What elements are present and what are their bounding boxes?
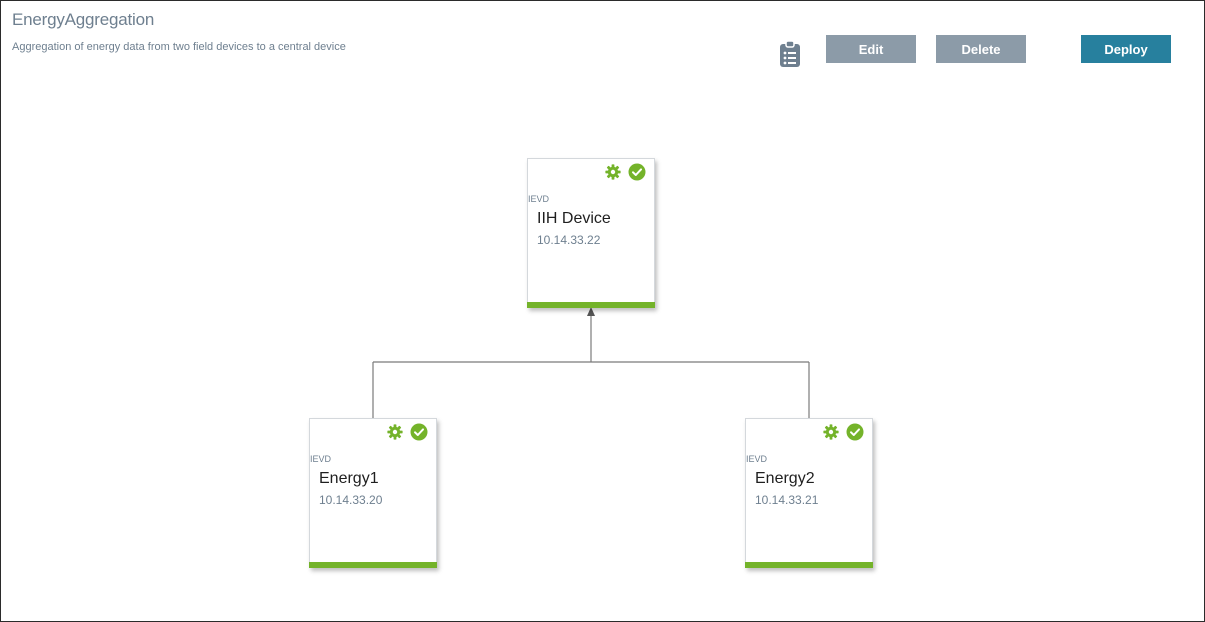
status-check-icon bbox=[410, 423, 428, 441]
device-card-iih[interactable]: IEVD IIH Device 10.14.33.22 bbox=[527, 158, 655, 308]
device-card-energy2[interactable]: IEVD Energy2 10.14.33.21 bbox=[745, 418, 873, 568]
device-name: IIH Device bbox=[537, 210, 611, 227]
device-type: IEVD bbox=[746, 454, 768, 464]
status-check-icon bbox=[628, 163, 646, 181]
device-ip: 10.14.33.20 bbox=[319, 493, 383, 507]
device-name: Energy1 bbox=[319, 470, 379, 487]
status-bar bbox=[309, 562, 437, 568]
device-type: IEVD bbox=[310, 454, 332, 464]
gear-icon[interactable] bbox=[387, 424, 403, 440]
gear-icon[interactable] bbox=[823, 424, 839, 440]
device-type: IEVD bbox=[528, 194, 550, 204]
connector-lines bbox=[372, 307, 810, 418]
status-check-icon bbox=[846, 423, 864, 441]
status-bar bbox=[745, 562, 873, 568]
flow-canvas: EnergyAggregation Aggregation of energy … bbox=[0, 0, 1205, 622]
status-bar bbox=[527, 302, 655, 308]
device-ip: 10.14.33.21 bbox=[755, 493, 819, 507]
gear-icon[interactable] bbox=[605, 164, 621, 180]
arrow-head bbox=[587, 307, 595, 316]
device-ip: 10.14.33.22 bbox=[537, 233, 601, 247]
device-name: Energy2 bbox=[755, 470, 815, 487]
device-card-energy1[interactable]: IEVD Energy1 10.14.33.20 bbox=[309, 418, 437, 568]
